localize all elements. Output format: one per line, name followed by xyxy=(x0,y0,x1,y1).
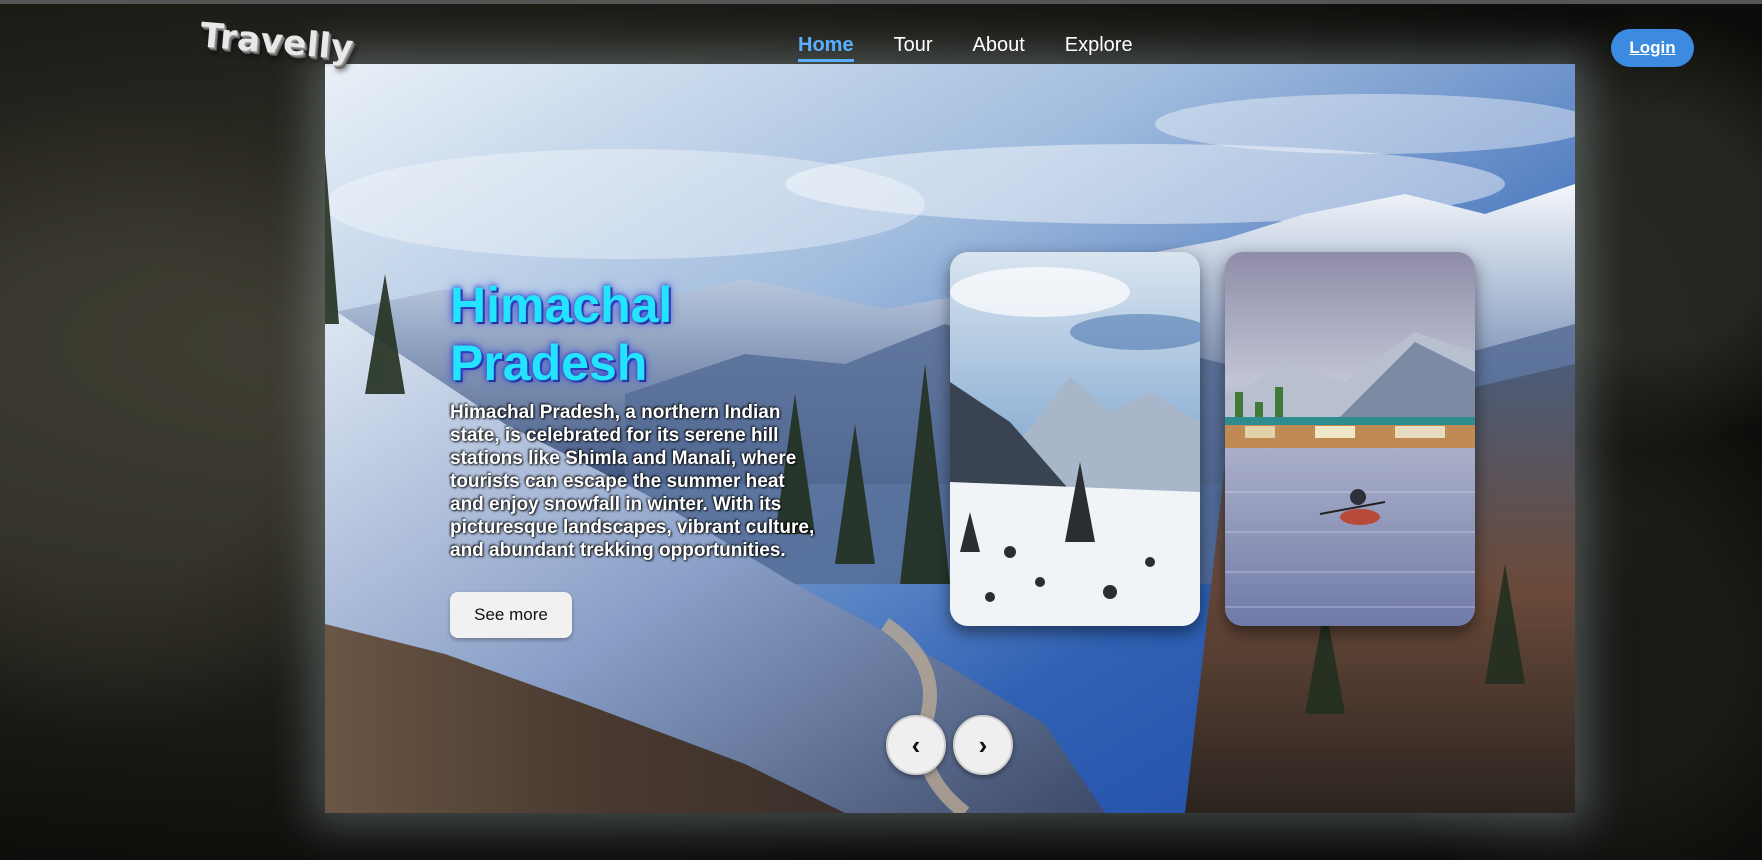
hero-description: Himachal Pradesh, a northern Indian stat… xyxy=(450,402,815,561)
nav-explore[interactable]: Explore xyxy=(1065,34,1133,62)
hero-slide: Himachal Pradesh Himachal Pradesh, a nor… xyxy=(325,64,1575,813)
login-button[interactable]: Login xyxy=(1611,29,1694,67)
snow-peak-image xyxy=(950,252,1200,626)
nav-home[interactable]: Home xyxy=(798,34,854,62)
main-nav: Home Tour About Explore xyxy=(798,34,1133,62)
chevron-right-icon[interactable]: › xyxy=(953,715,1013,775)
see-more-button[interactable]: See more xyxy=(450,592,572,638)
chevron-left-icon[interactable]: ‹ xyxy=(886,715,946,775)
destination-card-lake[interactable] xyxy=(1225,252,1475,626)
lake-image xyxy=(1225,252,1475,626)
nav-about[interactable]: About xyxy=(972,34,1024,62)
hero-title: Himachal Pradesh xyxy=(450,276,673,391)
nav-tour[interactable]: Tour xyxy=(894,34,933,62)
destination-card-snow-peak[interactable] xyxy=(950,252,1200,626)
